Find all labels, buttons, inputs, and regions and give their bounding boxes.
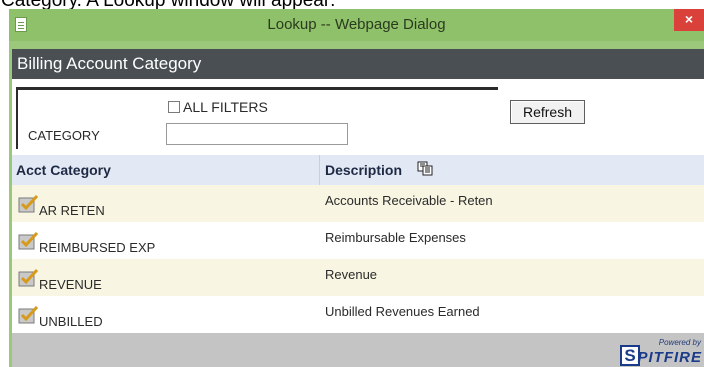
window-title: Lookup -- Webpage Dialog (267, 16, 446, 33)
table-row[interactable]: REIMBURSED EXP Reimbursable Expenses (12, 222, 704, 259)
category-input[interactable] (166, 123, 348, 145)
table-row[interactable]: REVENUE Revenue (12, 259, 704, 296)
select-check-icon[interactable] (18, 232, 39, 250)
spitfire-logo: S Powered by PITFIRE (614, 338, 704, 366)
dialog-footer: S Powered by PITFIRE (12, 333, 704, 367)
logo-name: PITFIRE (637, 349, 702, 366)
dialog-header: Billing Account Category (12, 49, 704, 79)
lookup-content: ALL FILTERS CATEGORY Refresh Acct Catego… (12, 79, 704, 367)
close-button[interactable]: × (674, 9, 704, 31)
grid-header: Acct Category Description (12, 155, 704, 185)
acct-category-cell: AR RETEN (39, 203, 105, 218)
description-cell: Revenue (325, 267, 378, 282)
lookup-dialog: Lookup -- Webpage Dialog × Billing Accou… (9, 9, 704, 367)
filter-panel: ALL FILTERS CATEGORY (16, 87, 498, 149)
category-label: CATEGORY (28, 128, 100, 143)
description-cell: Unbilled Revenues Earned (325, 304, 480, 319)
description-cell: Accounts Receivable - Reten (325, 193, 493, 208)
all-filters-label[interactable]: ALL FILTERS (183, 99, 268, 115)
column-header-acct-category[interactable]: Acct Category (16, 155, 111, 185)
all-filters-checkbox[interactable] (168, 101, 180, 113)
select-check-icon[interactable] (18, 269, 39, 287)
select-check-icon[interactable] (18, 306, 39, 324)
title-bar[interactable]: Lookup -- Webpage Dialog × (9, 9, 704, 41)
table-row[interactable]: UNBILLED Unbilled Revenues Earned (12, 296, 704, 333)
select-check-icon[interactable] (18, 195, 39, 213)
acct-category-cell: UNBILLED (39, 314, 103, 329)
column-header-description[interactable]: Description (325, 155, 402, 185)
sort-icon[interactable] (417, 160, 433, 176)
table-row[interactable]: AR RETEN Accounts Receivable - Reten (12, 185, 704, 222)
acct-category-cell: REVENUE (39, 277, 102, 292)
logo-powered-by: Powered by (658, 338, 701, 347)
acct-category-cell: REIMBURSED EXP (39, 240, 156, 255)
column-divider (319, 155, 320, 185)
close-icon: × (684, 11, 694, 27)
description-cell: Reimbursable Expenses (325, 230, 466, 245)
refresh-button[interactable]: Refresh (510, 100, 585, 124)
